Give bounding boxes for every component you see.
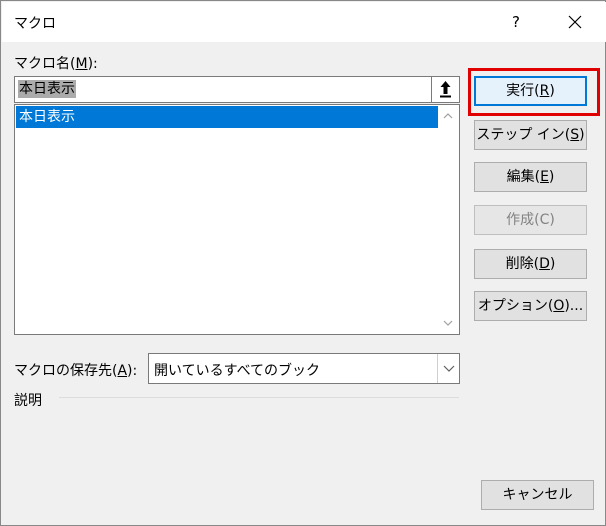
step-into-button[interactable]: ステップ イン(S) xyxy=(474,120,587,150)
run-button[interactable]: 実行(R) xyxy=(474,76,587,106)
macro-name-label: マクロ名(M): xyxy=(14,56,98,72)
help-button[interactable]: ? xyxy=(500,7,532,37)
upload-arrow-icon xyxy=(440,81,451,98)
macros-in-label: マクロの保存先(A): xyxy=(14,363,138,379)
chevron-down-icon xyxy=(443,365,455,372)
macro-dialog: マクロ ? マクロ名(M): 本日表示 本日表示 マクロの保存先(A): 開いて… xyxy=(0,0,606,526)
create-button[interactable]: 作成(C) xyxy=(474,205,587,235)
macro-name-input[interactable]: 本日表示 xyxy=(14,76,434,103)
delete-button[interactable]: 削除(D) xyxy=(474,249,587,279)
close-icon xyxy=(568,15,582,29)
options-button[interactable]: オプション(O)... xyxy=(474,291,587,321)
dropdown-arrow[interactable] xyxy=(437,354,459,383)
description-label: 説明 xyxy=(14,393,42,409)
scroll-down-button[interactable] xyxy=(438,313,458,333)
chevron-down-icon xyxy=(443,320,453,326)
macros-in-select[interactable]: 開いているすべてのブック xyxy=(148,353,460,384)
cancel-button[interactable]: キャンセル xyxy=(481,480,594,510)
title-bar: マクロ ? xyxy=(2,2,606,42)
scroll-up-button[interactable] xyxy=(438,106,458,126)
macro-name-value: 本日表示 xyxy=(18,80,76,98)
macro-listbox[interactable]: 本日表示 xyxy=(14,104,460,335)
list-item[interactable]: 本日表示 xyxy=(16,106,438,128)
description-separator xyxy=(59,397,459,398)
macros-in-value: 開いているすべてのブック xyxy=(154,363,321,379)
window-title: マクロ xyxy=(14,16,56,32)
edit-button[interactable]: 編集(E) xyxy=(474,162,587,192)
collapse-dialog-button[interactable] xyxy=(431,76,460,103)
close-button[interactable] xyxy=(556,7,594,37)
chevron-up-icon xyxy=(443,113,453,119)
